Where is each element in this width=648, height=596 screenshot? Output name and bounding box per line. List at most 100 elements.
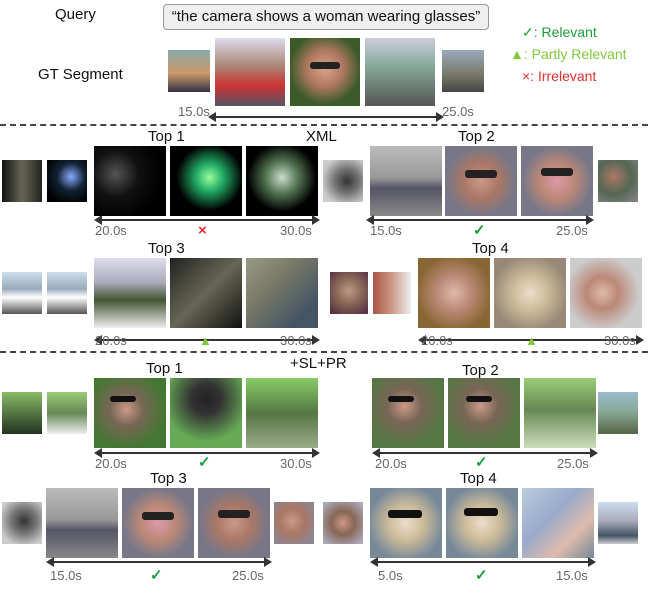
ours-top3-frame-3 xyxy=(198,488,270,558)
xml-top1-arrow-right xyxy=(312,215,320,225)
ours-top4-timeline xyxy=(376,561,588,563)
legend-relevant: ✓: Relevant xyxy=(522,24,597,40)
gt-context-frame-left xyxy=(168,50,210,92)
ours-top2-context-right xyxy=(598,392,638,434)
xml-top2-start: 15.0s xyxy=(370,223,402,238)
glasses-icon xyxy=(465,170,497,178)
xml-top3-arrow-right xyxy=(312,335,320,345)
ours-top2-frame-3 xyxy=(524,378,596,448)
ours-top4-start: 5.0s xyxy=(378,568,403,583)
section-label-ours: +SL+PR xyxy=(290,355,347,372)
ours-top1-frame-2 xyxy=(170,378,242,448)
ours-top4-frame-3 xyxy=(522,488,594,558)
xml-top2-context-left xyxy=(323,160,363,202)
xml-top1-end: 30.0s xyxy=(280,223,312,238)
xml-top3-title: Top 3 xyxy=(148,240,185,257)
ours-top3-arrow-left xyxy=(46,557,54,567)
ours-top4-end: 15.0s xyxy=(556,568,588,583)
ours-top2-title: Top 2 xyxy=(462,362,499,379)
glasses-icon xyxy=(218,510,250,518)
ours-top1-relevant-icon: ✓ xyxy=(198,454,211,471)
xml-top2-context-right xyxy=(598,160,638,202)
glasses-icon xyxy=(466,396,492,402)
section-separator-2 xyxy=(0,351,648,353)
glasses-icon xyxy=(464,508,498,516)
section-separator-1 xyxy=(0,124,648,126)
xml-top4-title: Top 4 xyxy=(472,240,509,257)
xml-top3-frame-1 xyxy=(94,258,166,328)
ours-top3-frame-1 xyxy=(46,488,118,558)
ours-top3-end: 25.0s xyxy=(232,568,264,583)
xml-top3-frame-2 xyxy=(170,258,242,328)
xml-top3-start: 20.0s xyxy=(95,333,127,348)
ours-top4-context-left xyxy=(323,502,363,544)
xml-top3-partly-icon: ▲ xyxy=(199,333,212,348)
gt-timeline-arrow xyxy=(214,116,436,118)
xml-top4-start: 20.0s xyxy=(421,333,453,348)
xml-top4-frame-2 xyxy=(494,258,566,328)
xml-top1-frame-2 xyxy=(170,146,242,216)
xml-top3-context-left-1 xyxy=(2,272,42,314)
glasses-icon xyxy=(110,396,136,402)
ours-top3-relevant-icon: ✓ xyxy=(150,567,163,584)
glasses-icon xyxy=(142,512,174,520)
query-text-box: “the camera shows a woman wearing glasse… xyxy=(163,4,489,30)
ours-top1-frame-1 xyxy=(94,378,166,448)
ours-top4-context-right xyxy=(598,502,638,544)
gt-frame-3 xyxy=(365,38,435,106)
xml-top3-context-left-2 xyxy=(47,272,87,314)
ours-top4-arrow-right xyxy=(588,557,596,567)
ours-top1-frame-3 xyxy=(246,378,318,448)
glasses-icon xyxy=(388,396,414,402)
ours-top3-title: Top 3 xyxy=(150,470,187,487)
ours-top3-timeline xyxy=(52,561,264,563)
ours-top4-frame-2 xyxy=(446,488,518,558)
xml-top2-frame-3 xyxy=(521,146,593,216)
xml-top2-relevant-icon: ✓ xyxy=(473,222,486,239)
xml-top1-title: Top 1 xyxy=(148,128,185,145)
query-label: Query xyxy=(55,6,96,23)
ours-top3-frame-2 xyxy=(122,488,194,558)
gt-frame-1 xyxy=(215,38,285,106)
ours-top1-arrow-right xyxy=(312,448,320,458)
gt-segment-label: GT Segment xyxy=(38,66,123,83)
gt-context-frame-right xyxy=(442,50,484,92)
xml-top1-context-left-2 xyxy=(47,160,87,202)
xml-top2-title: Top 2 xyxy=(458,128,495,145)
legend-partly-relevant: ▲: Partly Relevant xyxy=(510,46,627,62)
xml-top3-end: 30.0s xyxy=(280,333,312,348)
ours-top3-start: 15.0s xyxy=(50,568,82,583)
xml-top4-context-left-1 xyxy=(330,272,368,314)
xml-top2-timeline xyxy=(372,219,586,221)
xml-top1-frame-1 xyxy=(94,146,166,216)
xml-top2-frame-1 xyxy=(370,146,442,216)
xml-top4-end: 30.0s xyxy=(604,333,636,348)
gt-end-time: 25.0s xyxy=(442,104,474,119)
xml-top4-arrow-right xyxy=(636,335,644,345)
xml-top4-context-left-2 xyxy=(373,272,411,314)
section-label-xml: XML xyxy=(306,128,337,145)
xml-top4-frame-1 xyxy=(418,258,490,328)
xml-top1-start: 20.0s xyxy=(95,223,127,238)
ours-top4-title: Top 4 xyxy=(460,470,497,487)
xml-top1-frame-3 xyxy=(246,146,318,216)
ours-top4-frame-1 xyxy=(370,488,442,558)
xml-top2-end: 25.0s xyxy=(556,223,588,238)
legend-irrelevant: ×: Irrelevant xyxy=(522,68,597,84)
xml-top1-timeline xyxy=(100,219,312,221)
glasses-icon xyxy=(388,510,422,518)
glasses-icon xyxy=(310,62,340,69)
ours-top4-relevant-icon: ✓ xyxy=(475,567,488,584)
ours-top3-context-right xyxy=(274,502,314,544)
glasses-icon xyxy=(541,168,573,176)
xml-top2-frame-2 xyxy=(445,146,517,216)
xml-top3-frame-3 xyxy=(246,258,318,328)
ours-top2-start: 20.0s xyxy=(375,456,407,471)
ours-top2-end: 25.0s xyxy=(557,456,589,471)
xml-top4-frame-3 xyxy=(570,258,642,328)
xml-top1-context-left-1 xyxy=(2,160,42,202)
ours-top2-arrow-right xyxy=(590,448,598,458)
ours-top2-relevant-icon: ✓ xyxy=(475,454,488,471)
xml-top4-partly-icon: ▲ xyxy=(525,333,538,348)
ours-top1-context-left-1 xyxy=(2,392,42,434)
